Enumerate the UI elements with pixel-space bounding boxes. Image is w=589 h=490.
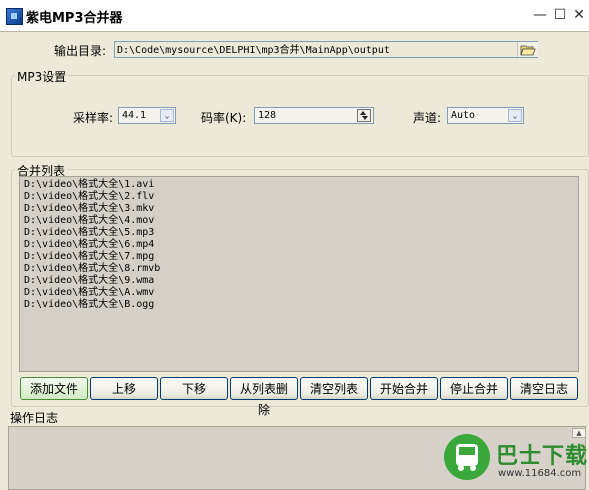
list-item[interactable]: D:\video\格式大全\A.wmv xyxy=(20,287,578,299)
list-item[interactable]: D:\video\格式大全\2.flv xyxy=(20,191,578,203)
list-item[interactable]: D:\video\格式大全\B.ogg xyxy=(20,299,578,311)
list-item[interactable]: D:\video\格式大全\6.mp4 xyxy=(20,239,578,251)
clear-log-button[interactable]: 清空日志 xyxy=(510,377,578,400)
list-item[interactable]: D:\video\格式大全\4.mov xyxy=(20,215,578,227)
log-label: 操作日志 xyxy=(10,411,59,425)
move-up-button[interactable]: 上移 xyxy=(90,377,158,400)
bitrate-stepper[interactable]: 128 xyxy=(254,107,374,124)
bitrate-label: 码率(K): xyxy=(201,111,247,125)
sample-rate-select[interactable]: 44.1 ⌄ xyxy=(118,107,176,124)
sample-rate-value: 44.1 xyxy=(122,110,147,121)
sample-rate-label: 采样率: xyxy=(73,111,114,125)
maximize-button[interactable]: ☐ xyxy=(551,6,569,24)
merge-list[interactable]: D:\video\格式大全\1.avi D:\video\格式大全\2.flv D:… xyxy=(19,176,579,372)
merge-list-items: D:\video\格式大全\1.avi D:\video\格式大全\2.flv D:… xyxy=(20,177,578,311)
output-dir-field[interactable]: D:\Code\mysource\DELPHI\mp3合并\MainApp\ou… xyxy=(114,41,538,58)
list-item[interactable]: D:\video\格式大全\5.mp3 xyxy=(20,227,578,239)
list-item[interactable]: D:\video\格式大全\7.mpg xyxy=(20,251,578,263)
bus-logo-icon xyxy=(444,434,490,480)
list-item[interactable]: D:\video\格式大全\3.mkv xyxy=(20,203,578,215)
clear-list-button[interactable]: 清空列表 xyxy=(300,377,368,400)
move-down-button[interactable]: 下移 xyxy=(160,377,228,400)
channel-value: Auto xyxy=(451,110,476,121)
list-item[interactable]: D:\video\格式大全\9.wma xyxy=(20,275,578,287)
chevron-down-icon: ⌄ xyxy=(508,109,522,122)
browse-folder-button[interactable] xyxy=(517,42,538,57)
bitrate-value: 128 xyxy=(258,110,277,121)
channel-select[interactable]: Auto ⌄ xyxy=(447,107,524,124)
list-item[interactable]: D:\video\格式大全\1.avi xyxy=(20,179,578,191)
watermark: 巴士下载 www.11684.com xyxy=(440,432,589,490)
window-title: 紫电MP3合并器 xyxy=(26,11,123,26)
spin-arrows-icon[interactable] xyxy=(356,108,372,123)
output-dir-label: 输出目录: xyxy=(54,44,107,58)
app-icon xyxy=(6,8,23,25)
watermark-brand: 巴士下载 xyxy=(496,444,589,469)
minimize-button[interactable]: — xyxy=(531,6,549,24)
close-button[interactable]: ✕ xyxy=(570,6,588,24)
remove-from-list-button[interactable]: 从列表删除 xyxy=(230,377,298,417)
folder-open-icon xyxy=(520,45,536,55)
add-file-button[interactable]: 添加文件 xyxy=(20,377,88,400)
stop-merge-button[interactable]: 停止合并 xyxy=(440,377,508,400)
channel-label: 声道: xyxy=(413,111,442,125)
watermark-url: www.11684.com xyxy=(498,468,582,479)
mp3-settings-title: MP3设置 xyxy=(15,68,69,85)
list-item[interactable]: D:\video\格式大全\8.rmvb xyxy=(20,263,578,275)
title-bar: 紫电MP3合并器 — ☐ ✕ xyxy=(0,0,589,31)
chevron-down-icon: ⌄ xyxy=(160,109,174,122)
start-merge-button[interactable]: 开始合并 xyxy=(370,377,438,400)
